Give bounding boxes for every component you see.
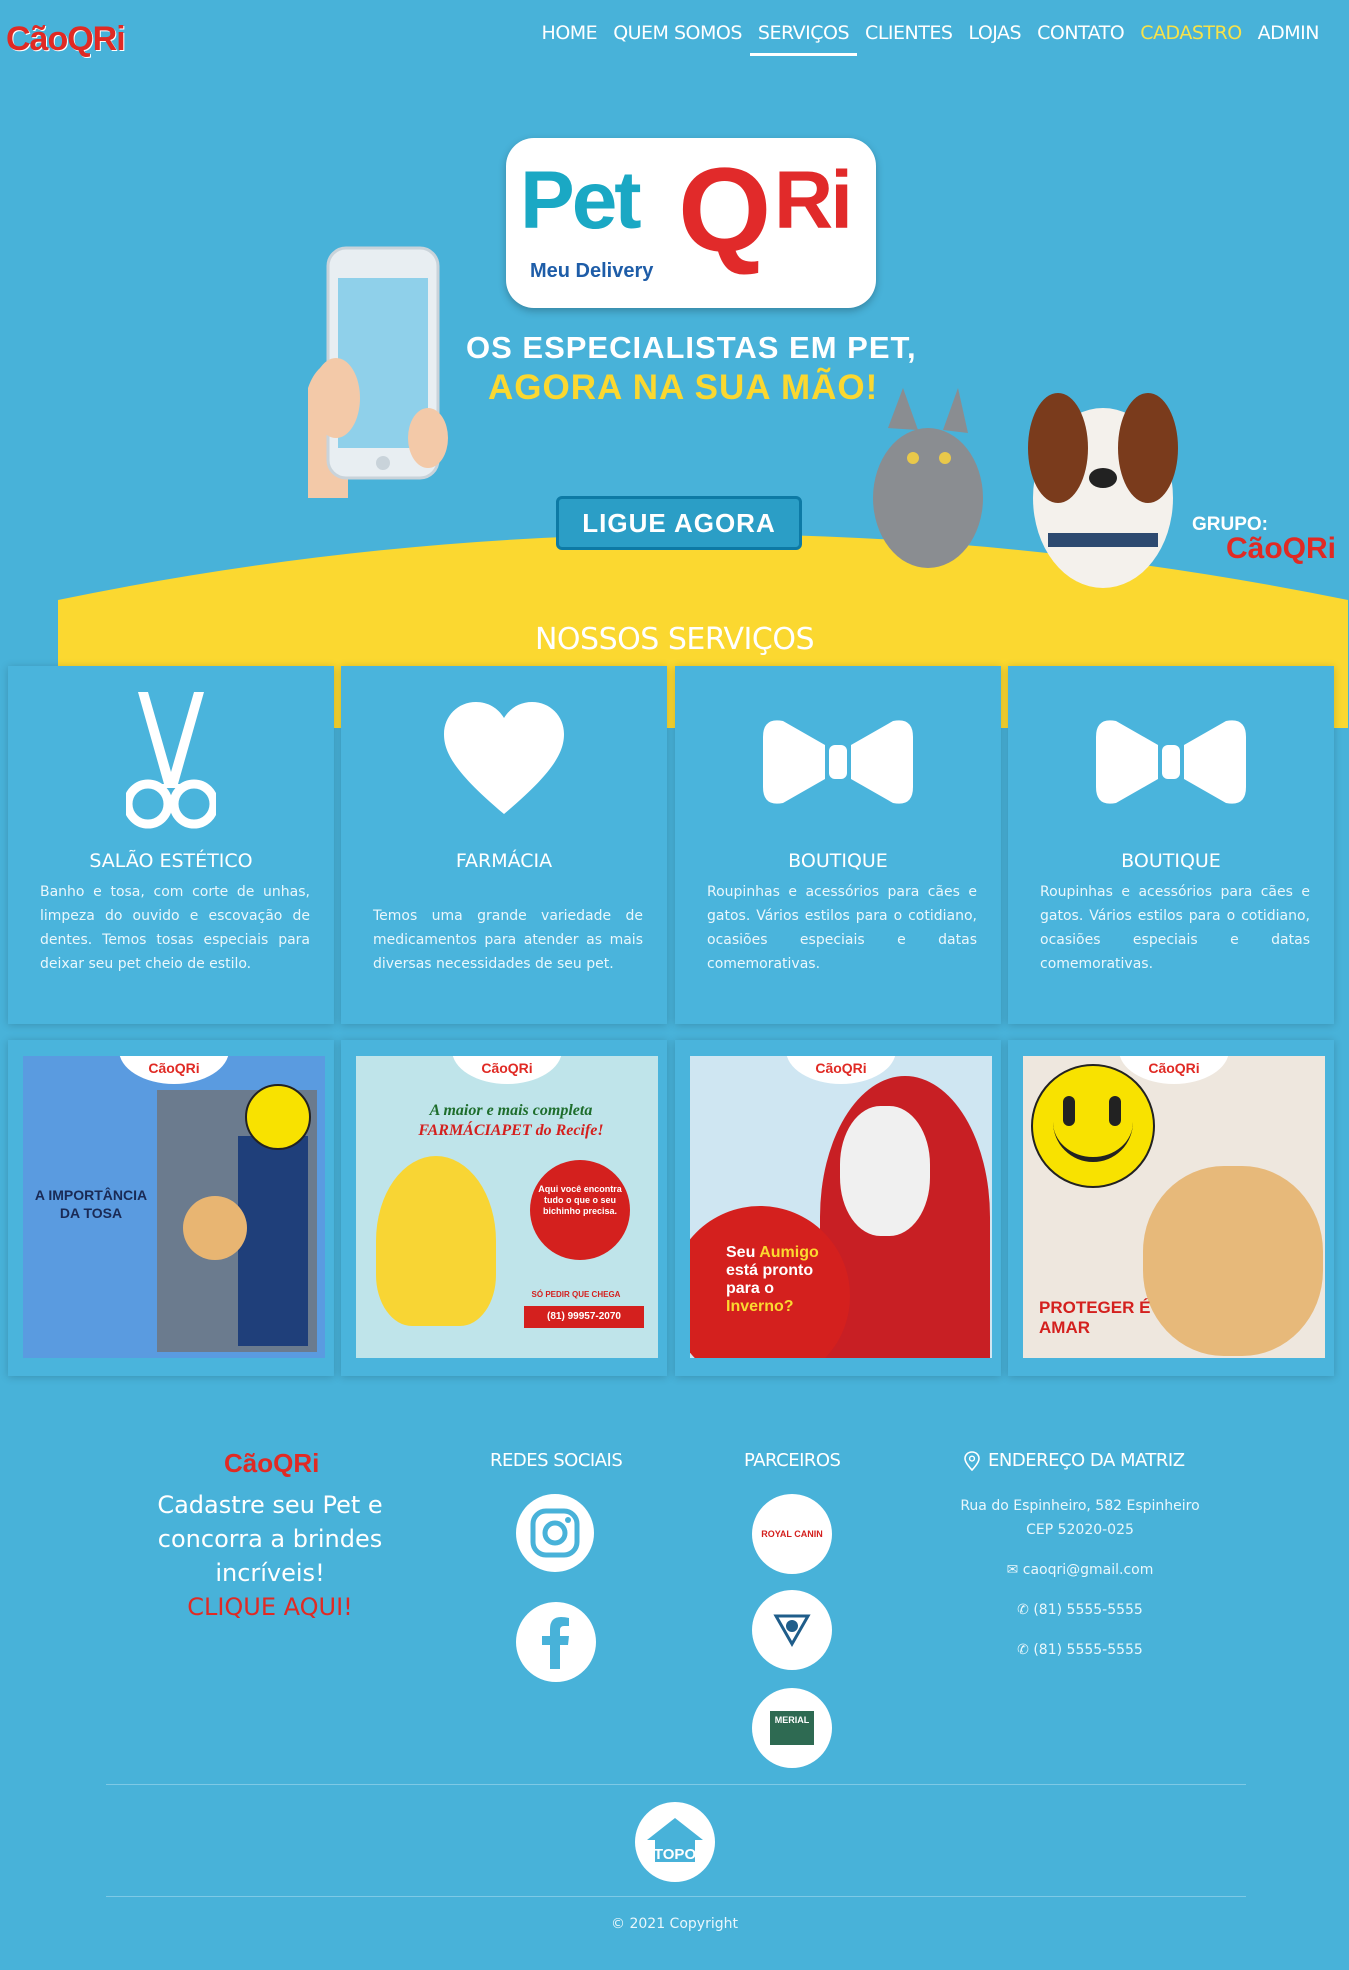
copyright: © 2021 Copyright — [611, 1916, 738, 1932]
service-description: Roupinhas e acessórios para cães e gatos… — [707, 884, 977, 972]
hero-banner[interactable]: Pet Q Ri Meu Delivery OS ESPECIALISTAS E… — [58, 128, 1348, 728]
promo-card-proteger[interactable]: CãoQRi PROTEGER É AMAR — [1008, 1040, 1334, 1376]
brand-logo-text: CãoQRi — [6, 20, 126, 58]
nav-contato[interactable]: CONTATO — [1029, 18, 1132, 56]
partners-title: PARCEIROS — [744, 1450, 841, 1471]
service-title: BOUTIQUE — [788, 850, 888, 872]
phone-icon: ✆ — [1017, 1602, 1029, 1618]
email[interactable]: ✉ caoqri@gmail.com — [930, 1562, 1230, 1578]
service-title: FARMÁCIA — [455, 850, 553, 872]
petqri-logo-pet: Pet — [520, 155, 642, 246]
phone-hand-illustration — [308, 238, 458, 502]
main-menu: HOME QUEM SOMOS SERVIÇOS CLIENTES LOJAS … — [534, 18, 1327, 56]
promo-image-proteger: CãoQRi PROTEGER É AMAR — [1023, 1056, 1325, 1358]
services-title: NOSSOS SERVIÇOS — [534, 622, 815, 657]
instagram-icon[interactable] — [516, 1494, 594, 1572]
social-title: REDES SOCIAIS — [490, 1450, 623, 1471]
top-navbar: CãoQRi HOME QUEM SOMOS SERVIÇOS CLIENTES… — [0, 0, 1349, 70]
service-description: Temos uma grande variedade de medicament… — [373, 908, 643, 972]
service-card-boutique-1[interactable]: BOUTIQUE Roupinhas e acessórios para cãe… — [675, 666, 1001, 1024]
promo-small-text: SÓ PEDIR QUE CHEGA — [531, 1290, 621, 1299]
address-line-2: CEP 52020-025 — [1026, 1522, 1134, 1538]
divider — [106, 1784, 1246, 1785]
ligue-agora-button[interactable]: LIGUE AGORA — [556, 496, 802, 550]
promo-badge: CãoQRi — [452, 1056, 562, 1084]
address-line-1: Rua do Espinheiro, 582 Espinheiro — [960, 1498, 1200, 1514]
divider — [106, 1896, 1246, 1897]
promo-card-tosa[interactable]: CãoQRi A IMPORTÂNCIA DA TOSA — [8, 1040, 334, 1376]
promo-gallery: CãoQRi A IMPORTÂNCIA DA TOSA CãoQRi A ma… — [8, 1040, 1342, 1376]
address-title: ENDEREÇO DA MATRIZ — [964, 1450, 1185, 1471]
promo-text-1: A maior e mais completa — [429, 1102, 593, 1119]
promo-text: PROTEGER É AMAR — [1039, 1298, 1151, 1337]
partner-canil-logo-icon — [773, 1614, 811, 1648]
facebook-icon[interactable] — [516, 1602, 596, 1682]
phone-2[interactable]: ✆ (81) 5555-5555 — [930, 1642, 1230, 1658]
promo-bubble: Aqui você encontra tudo o que o seu bich… — [538, 1184, 622, 1216]
partner-merial[interactable]: MERIAL — [752, 1688, 832, 1768]
footer-logo[interactable]: CãoQRi — [224, 1448, 319, 1479]
promo-badge: CãoQRi — [119, 1056, 229, 1084]
cat-and-dog-illustration — [833, 358, 1213, 602]
footer-cta[interactable]: Cadastre seu Pet e concorra a brindes in… — [150, 1488, 390, 1624]
phone-icon: ✆ — [1017, 1642, 1029, 1658]
footer-cta-text: Cadastre seu Pet e concorra a brindes in… — [157, 1491, 383, 1587]
map-pin-icon — [964, 1450, 980, 1471]
nav-cadastro[interactable]: CADASTRO — [1132, 18, 1249, 56]
heart-icon — [341, 692, 667, 832]
promo-badge: CãoQRi — [786, 1056, 896, 1084]
promo-text-2: Aumigo — [759, 1244, 819, 1261]
nav-clientes[interactable]: CLIENTES — [857, 18, 960, 56]
partner-royal-canin[interactable]: ROYAL CANIN — [752, 1494, 832, 1574]
nav-home[interactable]: HOME — [534, 18, 606, 56]
petqri-logo-ri: Ri — [774, 155, 853, 246]
phone-1[interactable]: ✆ (81) 5555-5555 — [930, 1602, 1230, 1618]
service-card-farmacia[interactable]: FARMÁCIA Temos uma grande variedade de m… — [341, 666, 667, 1024]
nav-quem-somos[interactable]: QUEM SOMOS — [605, 18, 750, 56]
topo-label: TOPO — [653, 1846, 697, 1863]
brand-logo[interactable]: CãoQRi — [6, 10, 148, 66]
clique-aqui-link[interactable]: CLIQUE AQUI! — [187, 1593, 353, 1621]
service-card-salao[interactable]: SALÃO ESTÉTICO Banho e tosa, com corte d… — [8, 666, 334, 1024]
partner-label: ROYAL CANIN — [761, 1529, 823, 1539]
partner-label: MERIAL — [770, 1711, 814, 1745]
envelope-icon: ✉ — [1006, 1562, 1019, 1578]
promo-image-farmacia: CãoQRi A maior e mais completa FARMÁCIAP… — [356, 1056, 658, 1358]
service-description: Banho e tosa, com corte de unhas, limpez… — [40, 884, 310, 972]
service-card-boutique-2[interactable]: BOUTIQUE Roupinhas e acessórios para cãe… — [1008, 666, 1334, 1024]
petqri-logo-sub: Meu Delivery — [530, 260, 654, 282]
promo-image-tosa: CãoQRi A IMPORTÂNCIA DA TOSA — [23, 1056, 325, 1358]
promo-card-farmacia[interactable]: CãoQRi A maior e mais completa FARMÁCIAP… — [341, 1040, 667, 1376]
service-title: BOUTIQUE — [1121, 850, 1221, 872]
grupo-brand-logo: CãoQRi — [1226, 532, 1337, 565]
nav-servicos[interactable]: SERVIÇOS — [749, 18, 858, 56]
scissors-icon — [8, 692, 334, 832]
promo-text-4: Inverno? — [726, 1298, 794, 1315]
promo-text-1: Seu — [726, 1244, 756, 1261]
service-title: SALÃO ESTÉTICO — [89, 850, 253, 872]
promo-text-3: está pronto para o — [726, 1262, 814, 1297]
partner-canil[interactable] — [752, 1590, 832, 1670]
nav-lojas[interactable]: LOJAS — [960, 18, 1029, 56]
bowtie-icon — [675, 692, 1001, 832]
promo-badge: CãoQRi — [1119, 1056, 1229, 1084]
promo-text-2: FARMÁCIAPET do Recife! — [418, 1122, 604, 1139]
nav-admin[interactable]: ADMIN — [1250, 18, 1327, 56]
promo-image-inverno: CãoQRi Seu Aumigo está pronto para o Inv… — [690, 1056, 992, 1358]
back-to-top-button[interactable]: TOPO — [635, 1802, 715, 1882]
bowtie-icon — [1008, 692, 1334, 832]
services-cards: SALÃO ESTÉTICO Banho e tosa, com corte d… — [8, 666, 1342, 1024]
service-description: Roupinhas e acessórios para cães e gatos… — [1040, 884, 1310, 972]
petqri-logo: Pet Q Ri Meu Delivery — [506, 138, 876, 308]
banner-headline-2: AGORA NA SUA MÃO! — [488, 368, 879, 407]
home-top-icon — [647, 1818, 703, 1862]
promo-phone: (81) 99957-2070 — [524, 1306, 644, 1328]
petqri-logo-q: Q — [678, 143, 772, 277]
promo-card-inverno[interactable]: CãoQRi Seu Aumigo está pronto para o Inv… — [675, 1040, 1001, 1376]
promo-text: A IMPORTÂNCIA DA TOSA — [34, 1187, 148, 1221]
